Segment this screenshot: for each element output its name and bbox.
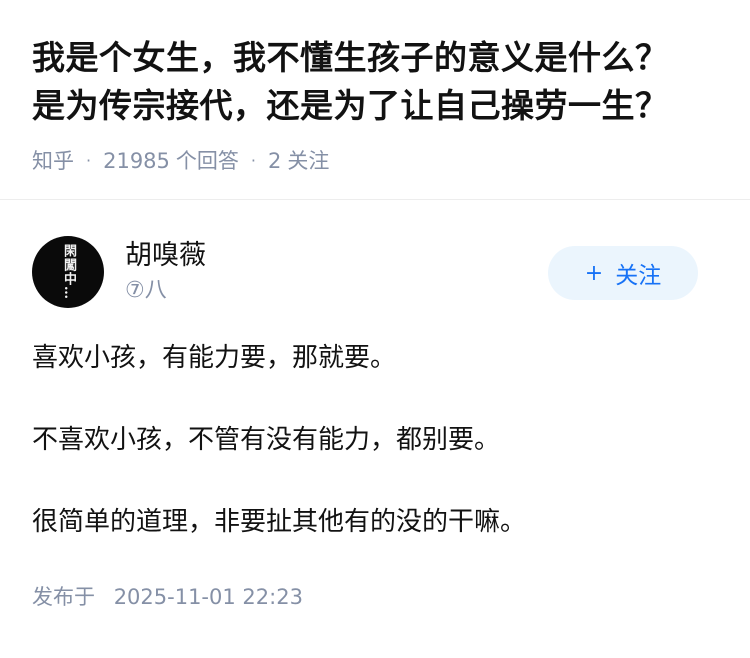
- answer-count-label: 个回答: [175, 149, 239, 173]
- author-badge: ⑦八: [125, 278, 167, 303]
- question-meta: 知乎 · 21985 个回答 · 2 关注: [32, 146, 718, 176]
- author-avatar[interactable]: 閑闖中…: [32, 236, 104, 308]
- answer-paragraph: 喜欢小孩，有能力要，那就要。: [32, 343, 397, 373]
- question-title-line-1: 我是个女生，我不懂生孩子的意义是什么？: [32, 38, 669, 77]
- author-info: 胡嗅薇 ⑦八: [125, 238, 206, 306]
- answer-paragraph: 很简单的道理，非要扯其他有的没的干嘛。: [32, 507, 527, 537]
- answer-card: 閑闖中… 胡嗅薇 ⑦八 + 关注 喜欢小孩，有能力要，那就要。 不喜欢小孩，不管…: [0, 200, 750, 612]
- follower-count-label: 关注: [287, 149, 330, 173]
- publish-timestamp: 2025-11-01 22:23: [113, 585, 303, 609]
- follow-button-label: 关注: [615, 263, 662, 289]
- author-row: 閑闖中… 胡嗅薇 ⑦八 + 关注: [32, 236, 718, 308]
- follower-count: 2: [268, 149, 282, 173]
- avatar-calligraphy: 閑闖中…: [61, 244, 76, 300]
- author-name[interactable]: 胡嗅薇: [125, 238, 206, 274]
- answer-content: 喜欢小孩，有能力要，那就要。 不喜欢小孩，不管有没有能力，都别要。 很简单的道理…: [32, 340, 718, 540]
- zhihu-answer-page: 我是个女生，我不懂生孩子的意义是什么？ 是为传宗接代，还是为了让自己操劳一生？ …: [0, 0, 750, 658]
- meta-separator-dot: ·: [86, 151, 92, 170]
- answer-paragraph: 不喜欢小孩，不管有没有能力，都别要。: [32, 425, 501, 455]
- meta-separator-dot: ·: [250, 151, 256, 170]
- question-header: 我是个女生，我不懂生孩子的意义是什么？ 是为传宗接代，还是为了让自己操劳一生？ …: [0, 0, 750, 200]
- publish-time: 发布于 2025-11-01 22:23: [32, 582, 718, 612]
- question-title[interactable]: 我是个女生，我不懂生孩子的意义是什么？ 是为传宗接代，还是为了让自己操劳一生？: [32, 34, 718, 130]
- publish-label: 发布于: [32, 585, 95, 609]
- answer-count: 21985: [103, 149, 170, 173]
- source-label[interactable]: 知乎: [32, 146, 74, 176]
- follow-button[interactable]: + 关注: [548, 246, 698, 300]
- plus-icon: +: [584, 260, 604, 286]
- question-title-line-2: 是为传宗接代，还是为了让自己操劳一生？: [32, 86, 669, 125]
